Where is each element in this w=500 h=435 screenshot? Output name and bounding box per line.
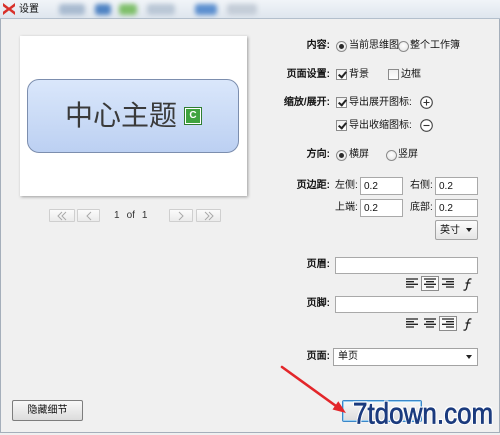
header-label: 页眉:: [306, 259, 330, 270]
radio-whole-workbook-label: 整个工作簿: [410, 40, 460, 51]
radio-portrait-label: 竖屏: [398, 149, 418, 160]
radio-current-map-label: 当前思维图: [349, 40, 399, 51]
total-pages: 1: [141, 210, 148, 221]
chevron-down-icon: [466, 228, 472, 232]
margin-right-input[interactable]: [435, 177, 478, 195]
next-page-button[interactable]: [169, 209, 193, 222]
insert-field-icon: [463, 318, 472, 331]
page-indicator: 1 of 1: [114, 209, 154, 222]
red-arrow-icon: [280, 365, 346, 413]
footer-label: 页脚:: [306, 298, 330, 309]
margins-label: 页边距:: [296, 180, 330, 191]
align-center-icon: [424, 318, 436, 328]
watermark-text: 7tdown.com: [353, 395, 494, 431]
radio-current-map[interactable]: [336, 41, 347, 52]
radio-landscape[interactable]: [336, 150, 347, 161]
checkbox-export-collapse-icon[interactable]: [336, 120, 347, 131]
orientation-label: 方向:: [306, 149, 330, 160]
margin-right-label: 右侧:: [410, 180, 433, 191]
next-page-icon: [178, 211, 184, 221]
plus-circle-icon: [420, 96, 433, 109]
insert-field-icon: [463, 278, 472, 291]
align-left-icon: [406, 278, 418, 288]
checkbox-border[interactable]: [388, 69, 399, 80]
margin-bottom-input[interactable]: [435, 199, 478, 217]
title-bar: 设置: [0, 0, 500, 19]
checkbox-border-label: 边框: [401, 69, 421, 80]
footer-insert-field-button[interactable]: [459, 316, 477, 331]
first-page-button[interactable]: [49, 209, 75, 222]
current-page: 1: [114, 210, 120, 221]
radio-landscape-label: 横屏: [349, 149, 369, 160]
last-page-icon: [204, 211, 214, 221]
content-label: 内容:: [306, 40, 330, 51]
prev-page-icon: [85, 211, 91, 221]
page-of-label: of: [126, 210, 135, 221]
header-align-right-button[interactable]: [439, 276, 457, 291]
margin-bottom-label: 底部:: [410, 202, 433, 213]
preview-pane: 中心主题 C: [20, 36, 247, 196]
margin-left-label: 左侧:: [335, 180, 358, 191]
align-left-icon: [406, 318, 418, 328]
last-page-button[interactable]: [196, 209, 221, 222]
margin-unit-value: 英寸: [440, 225, 460, 236]
xmind-logo-icon: [2, 2, 16, 16]
align-right-icon: [442, 278, 454, 288]
first-page-icon: [57, 211, 67, 221]
window-title: 设置: [19, 4, 39, 15]
margin-left-input[interactable]: [360, 177, 403, 195]
checkbox-export-expand-icon-label: 导出展开图标:: [349, 97, 412, 108]
margin-unit-dropdown[interactable]: 英寸: [435, 220, 478, 240]
footer-align-right-button[interactable]: [439, 316, 457, 331]
prev-page-button[interactable]: [77, 209, 100, 222]
radio-portrait[interactable]: [386, 150, 397, 161]
collapse-expand-label: 缩放/展开:: [283, 97, 330, 108]
chevron-down-icon: [466, 355, 472, 359]
hide-details-button[interactable]: 隐藏细节: [12, 400, 83, 421]
page-setup-label: 页面设置:: [286, 69, 330, 80]
checkbox-background[interactable]: [336, 69, 347, 80]
page-setup-dialog: 设置 中心主题 C 1 of 1 内容: 当前思维图 整个工作簿 页面设置: 背…: [0, 0, 500, 435]
checkbox-export-collapse-icon-label: 导出收缩图标:: [349, 120, 412, 131]
footer-input[interactable]: [335, 296, 478, 313]
minus-circle-icon: [420, 119, 433, 132]
header-insert-field-button[interactable]: [459, 276, 477, 291]
margin-top-label: 上端:: [335, 202, 358, 213]
checkbox-export-expand-icon[interactable]: [336, 97, 347, 108]
blurred-toolbar-icons: [55, 2, 275, 17]
header-align-center-button[interactable]: [421, 276, 439, 291]
align-right-icon: [442, 318, 454, 328]
margin-top-input[interactable]: [360, 199, 403, 217]
radio-whole-workbook[interactable]: [398, 41, 409, 52]
header-align-left-button[interactable]: [403, 276, 421, 291]
align-center-icon: [424, 278, 436, 288]
marker-c-icon: C: [185, 108, 201, 124]
checkbox-background-label: 背景: [349, 69, 369, 80]
central-topic-text: 中心主题: [64, 100, 177, 131]
header-input[interactable]: [335, 257, 478, 274]
central-topic: 中心主题 C: [27, 79, 239, 153]
footer-align-center-button[interactable]: [421, 316, 439, 331]
footer-align-left-button[interactable]: [403, 316, 421, 331]
